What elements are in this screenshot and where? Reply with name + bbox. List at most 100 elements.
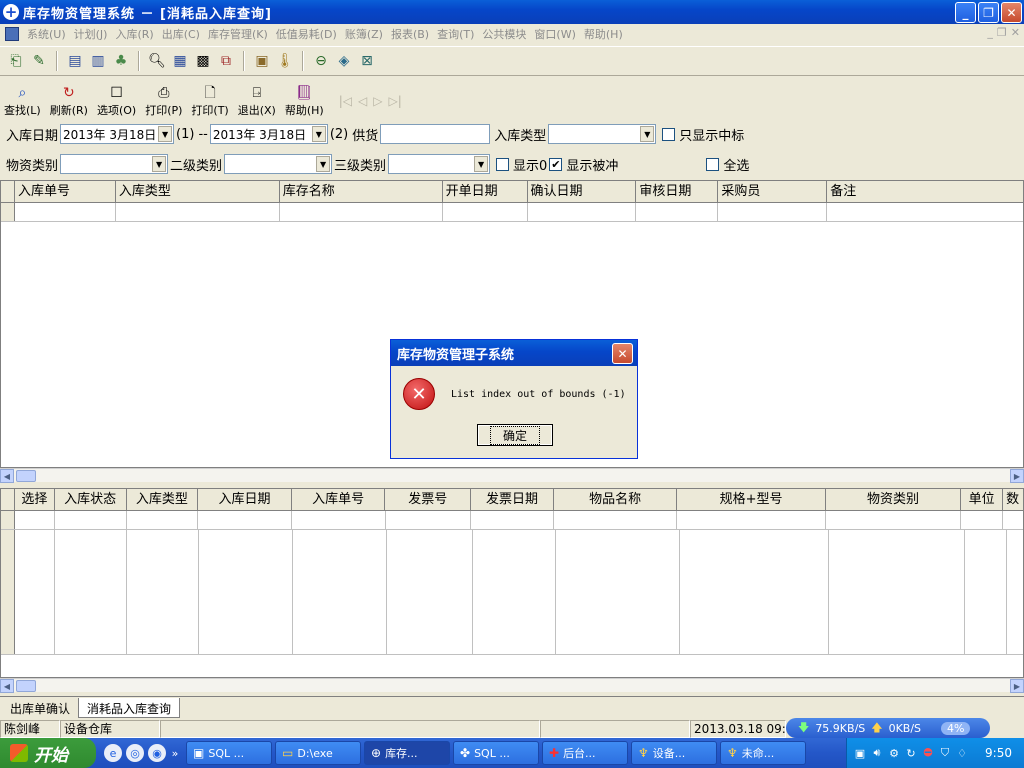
table-row[interactable]: [1, 511, 1023, 530]
task-sql-1[interactable]: ▣ SQL ...: [186, 741, 272, 765]
menu-inbound[interactable]: 入库(R): [111, 26, 157, 42]
minimize-button[interactable]: _: [955, 2, 976, 23]
table-row[interactable]: [1, 203, 1023, 222]
help-button[interactable]: 📕︎ 帮助(H): [285, 84, 324, 118]
table-cell[interactable]: [636, 203, 719, 221]
inbound-detail-grid[interactable]: 选择 入库状态 入库类型 入库日期 入库单号 发票号 发票日期 物品名称 规格+…: [0, 488, 1024, 678]
col-spec-model[interactable]: 规格+型号: [677, 489, 826, 510]
col-item-name[interactable]: 物品名称: [554, 489, 678, 510]
settings-icon[interactable]: ⚙: [887, 746, 901, 760]
scroll-thumb[interactable]: [16, 680, 36, 692]
chevron-down-icon[interactable]: ▼: [316, 156, 331, 172]
row-indicator[interactable]: [1, 511, 15, 529]
show-zero-checkbox[interactable]: [496, 157, 510, 171]
chevron-down-icon[interactable]: ▼: [152, 156, 167, 172]
category-select[interactable]: ▼: [60, 154, 169, 174]
col-unit[interactable]: 单位: [961, 489, 1004, 510]
calculator-icon[interactable]: ⊠: [357, 51, 377, 71]
menu-inventory[interactable]: 库存管理(K): [204, 26, 272, 42]
col-invoice-no[interactable]: 发票号: [385, 489, 472, 510]
monitor-icon[interactable]: ▣: [853, 746, 867, 760]
next-record-icon[interactable]: ▷: [373, 94, 382, 108]
col-inbound-type[interactable]: 入库类型: [127, 489, 199, 510]
table-cell[interactable]: [280, 203, 443, 221]
task-inventory[interactable]: ⊕ 库存...: [364, 741, 450, 765]
dialog-title[interactable]: 库存物资管理子系统: [391, 340, 637, 366]
table-cell[interactable]: [471, 511, 554, 529]
menu-outbound[interactable]: 出库(C): [158, 26, 204, 42]
table-cell[interactable]: [15, 203, 116, 221]
task-folder[interactable]: ▭ D:\exe: [275, 741, 361, 765]
table-cell[interactable]: [827, 203, 1023, 221]
menu-common[interactable]: 公共模块: [478, 26, 530, 42]
table-cell[interactable]: [198, 511, 292, 529]
detail-grid-body[interactable]: [1, 530, 1023, 655]
blocked-icon[interactable]: ⛔︎: [921, 746, 935, 760]
table-cell[interactable]: [826, 511, 962, 529]
level3-select[interactable]: ▼: [388, 154, 491, 174]
print-button[interactable]: ⎙ 打印(P): [145, 84, 182, 118]
document-icon[interactable]: ▤: [65, 51, 85, 71]
refresh-button[interactable]: ↻ 刷新(R): [50, 84, 88, 118]
level2-select[interactable]: ▼: [224, 154, 333, 174]
eraser-icon[interactable]: ◈: [334, 51, 354, 71]
table-cell[interactable]: [386, 511, 472, 529]
table-cell[interactable]: [961, 511, 1004, 529]
select-all-checkbox[interactable]: [706, 157, 720, 171]
search-icon[interactable]: 🔍︎: [147, 51, 167, 71]
form-icon[interactable]: ▦: [170, 51, 190, 71]
col-material-category[interactable]: 物资类别: [826, 489, 962, 510]
first-record-icon[interactable]: |◁: [339, 94, 352, 108]
mdi-restore-button[interactable]: ❐: [997, 26, 1007, 39]
stop-icon[interactable]: ⊖: [311, 51, 331, 71]
table-cell[interactable]: [528, 203, 637, 221]
tab-consumable-inbound-query[interactable]: 消耗品入库查询: [78, 698, 181, 718]
col-inbound-no[interactable]: 入库单号: [292, 489, 386, 510]
ok-button[interactable]: 确定: [477, 424, 553, 446]
date-from-picker[interactable]: 2013年 3月18日 ▼: [60, 124, 175, 144]
mdi-child-icon[interactable]: [5, 27, 19, 41]
col-stock-name[interactable]: 库存名称: [280, 181, 443, 202]
table-cell[interactable]: [718, 203, 828, 221]
print-preview-button[interactable]: 🗋︎ 打印(T): [191, 84, 228, 118]
tray-clock[interactable]: 9:50: [985, 746, 1012, 760]
last-record-icon[interactable]: ▷|: [388, 94, 401, 108]
table-cell[interactable]: [677, 511, 826, 529]
col-select[interactable]: 选择: [15, 489, 55, 510]
col-confirm-date[interactable]: 确认日期: [528, 181, 637, 202]
scroll-left-icon[interactable]: ◀: [0, 679, 14, 693]
messenger-icon[interactable]: ◉: [148, 744, 166, 762]
security-icon[interactable]: ♢: [955, 746, 969, 760]
menu-window[interactable]: 窗口(W): [530, 26, 579, 42]
col-remark[interactable]: 备注: [827, 181, 1023, 202]
row-indicator[interactable]: [1, 203, 15, 221]
find-button[interactable]: ⌕ 查找(L): [4, 84, 41, 118]
col-open-date[interactable]: 开单日期: [443, 181, 528, 202]
close-button[interactable]: ✕: [1001, 2, 1022, 23]
copy-icon[interactable]: ⧉: [216, 51, 236, 71]
tree-icon[interactable]: ♣: [111, 51, 131, 71]
table-cell[interactable]: [443, 203, 528, 221]
only-bid-checkbox[interactable]: [662, 127, 676, 141]
prev-record-icon[interactable]: ◁: [358, 94, 367, 108]
bottom-grid-scrollbar[interactable]: ◀ ▶: [0, 678, 1024, 693]
dialog-close-button[interactable]: ✕: [612, 343, 633, 364]
menu-ledger[interactable]: 账簿(Z): [341, 26, 387, 42]
card-icon[interactable]: ▣: [252, 51, 272, 71]
thermometer-icon[interactable]: 🌡︎: [275, 51, 295, 71]
table-cell[interactable]: [554, 511, 678, 529]
table-cell[interactable]: [15, 511, 55, 529]
menu-plan[interactable]: 计划(J): [70, 26, 112, 42]
restore-button[interactable]: ❐: [978, 2, 999, 23]
mdi-minimize-button[interactable]: _: [987, 26, 993, 39]
login-icon[interactable]: ⎗: [6, 51, 26, 71]
chevron-down-icon[interactable]: ▼: [640, 126, 655, 142]
scroll-right-icon[interactable]: ▶: [1010, 679, 1024, 693]
table-cell[interactable]: [116, 203, 280, 221]
menu-system[interactable]: 系统(U): [23, 26, 70, 42]
chevron-down-icon[interactable]: ▼: [158, 126, 173, 142]
col-quantity[interactable]: 数: [1003, 489, 1023, 510]
col-inbound-date[interactable]: 入库日期: [198, 489, 292, 510]
options-button[interactable]: ☐ 选项(O): [97, 84, 136, 118]
mdi-close-button[interactable]: ✕: [1011, 26, 1020, 39]
